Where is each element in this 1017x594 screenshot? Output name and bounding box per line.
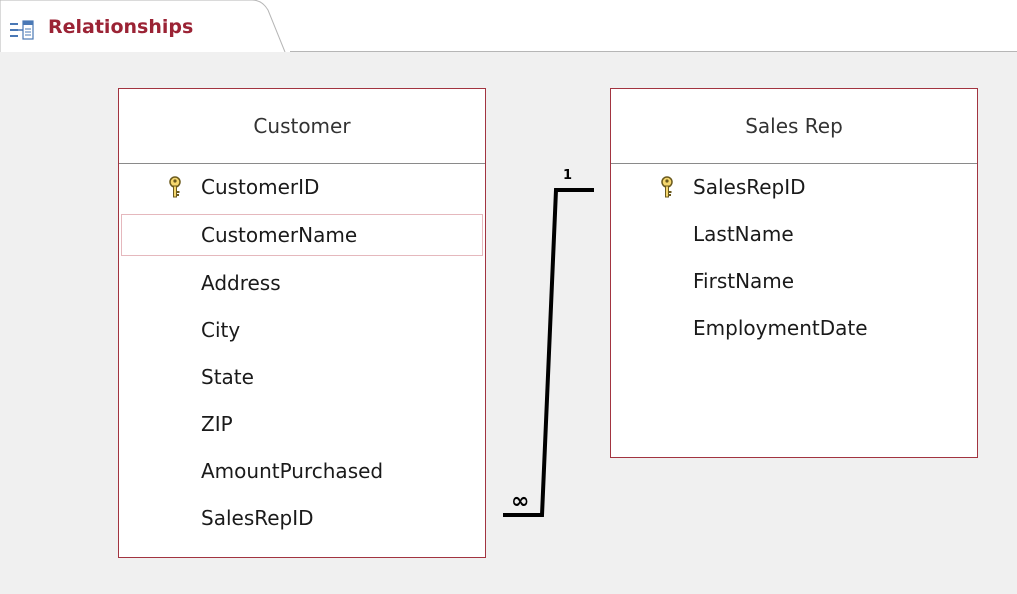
relationships-icon <box>10 20 34 40</box>
relationship-line[interactable]: 1 ∞ <box>0 52 1017 594</box>
tab-label: Relationships <box>48 16 194 38</box>
one-side-label: 1 <box>563 168 572 183</box>
many-side-label: ∞ <box>511 489 529 514</box>
tab-relationships[interactable]: Relationships <box>0 0 290 53</box>
relationships-canvas[interactable]: Customer CustomerID CustomerName Address… <box>0 52 1017 594</box>
document-tab-bar: Relationships <box>0 0 1017 53</box>
